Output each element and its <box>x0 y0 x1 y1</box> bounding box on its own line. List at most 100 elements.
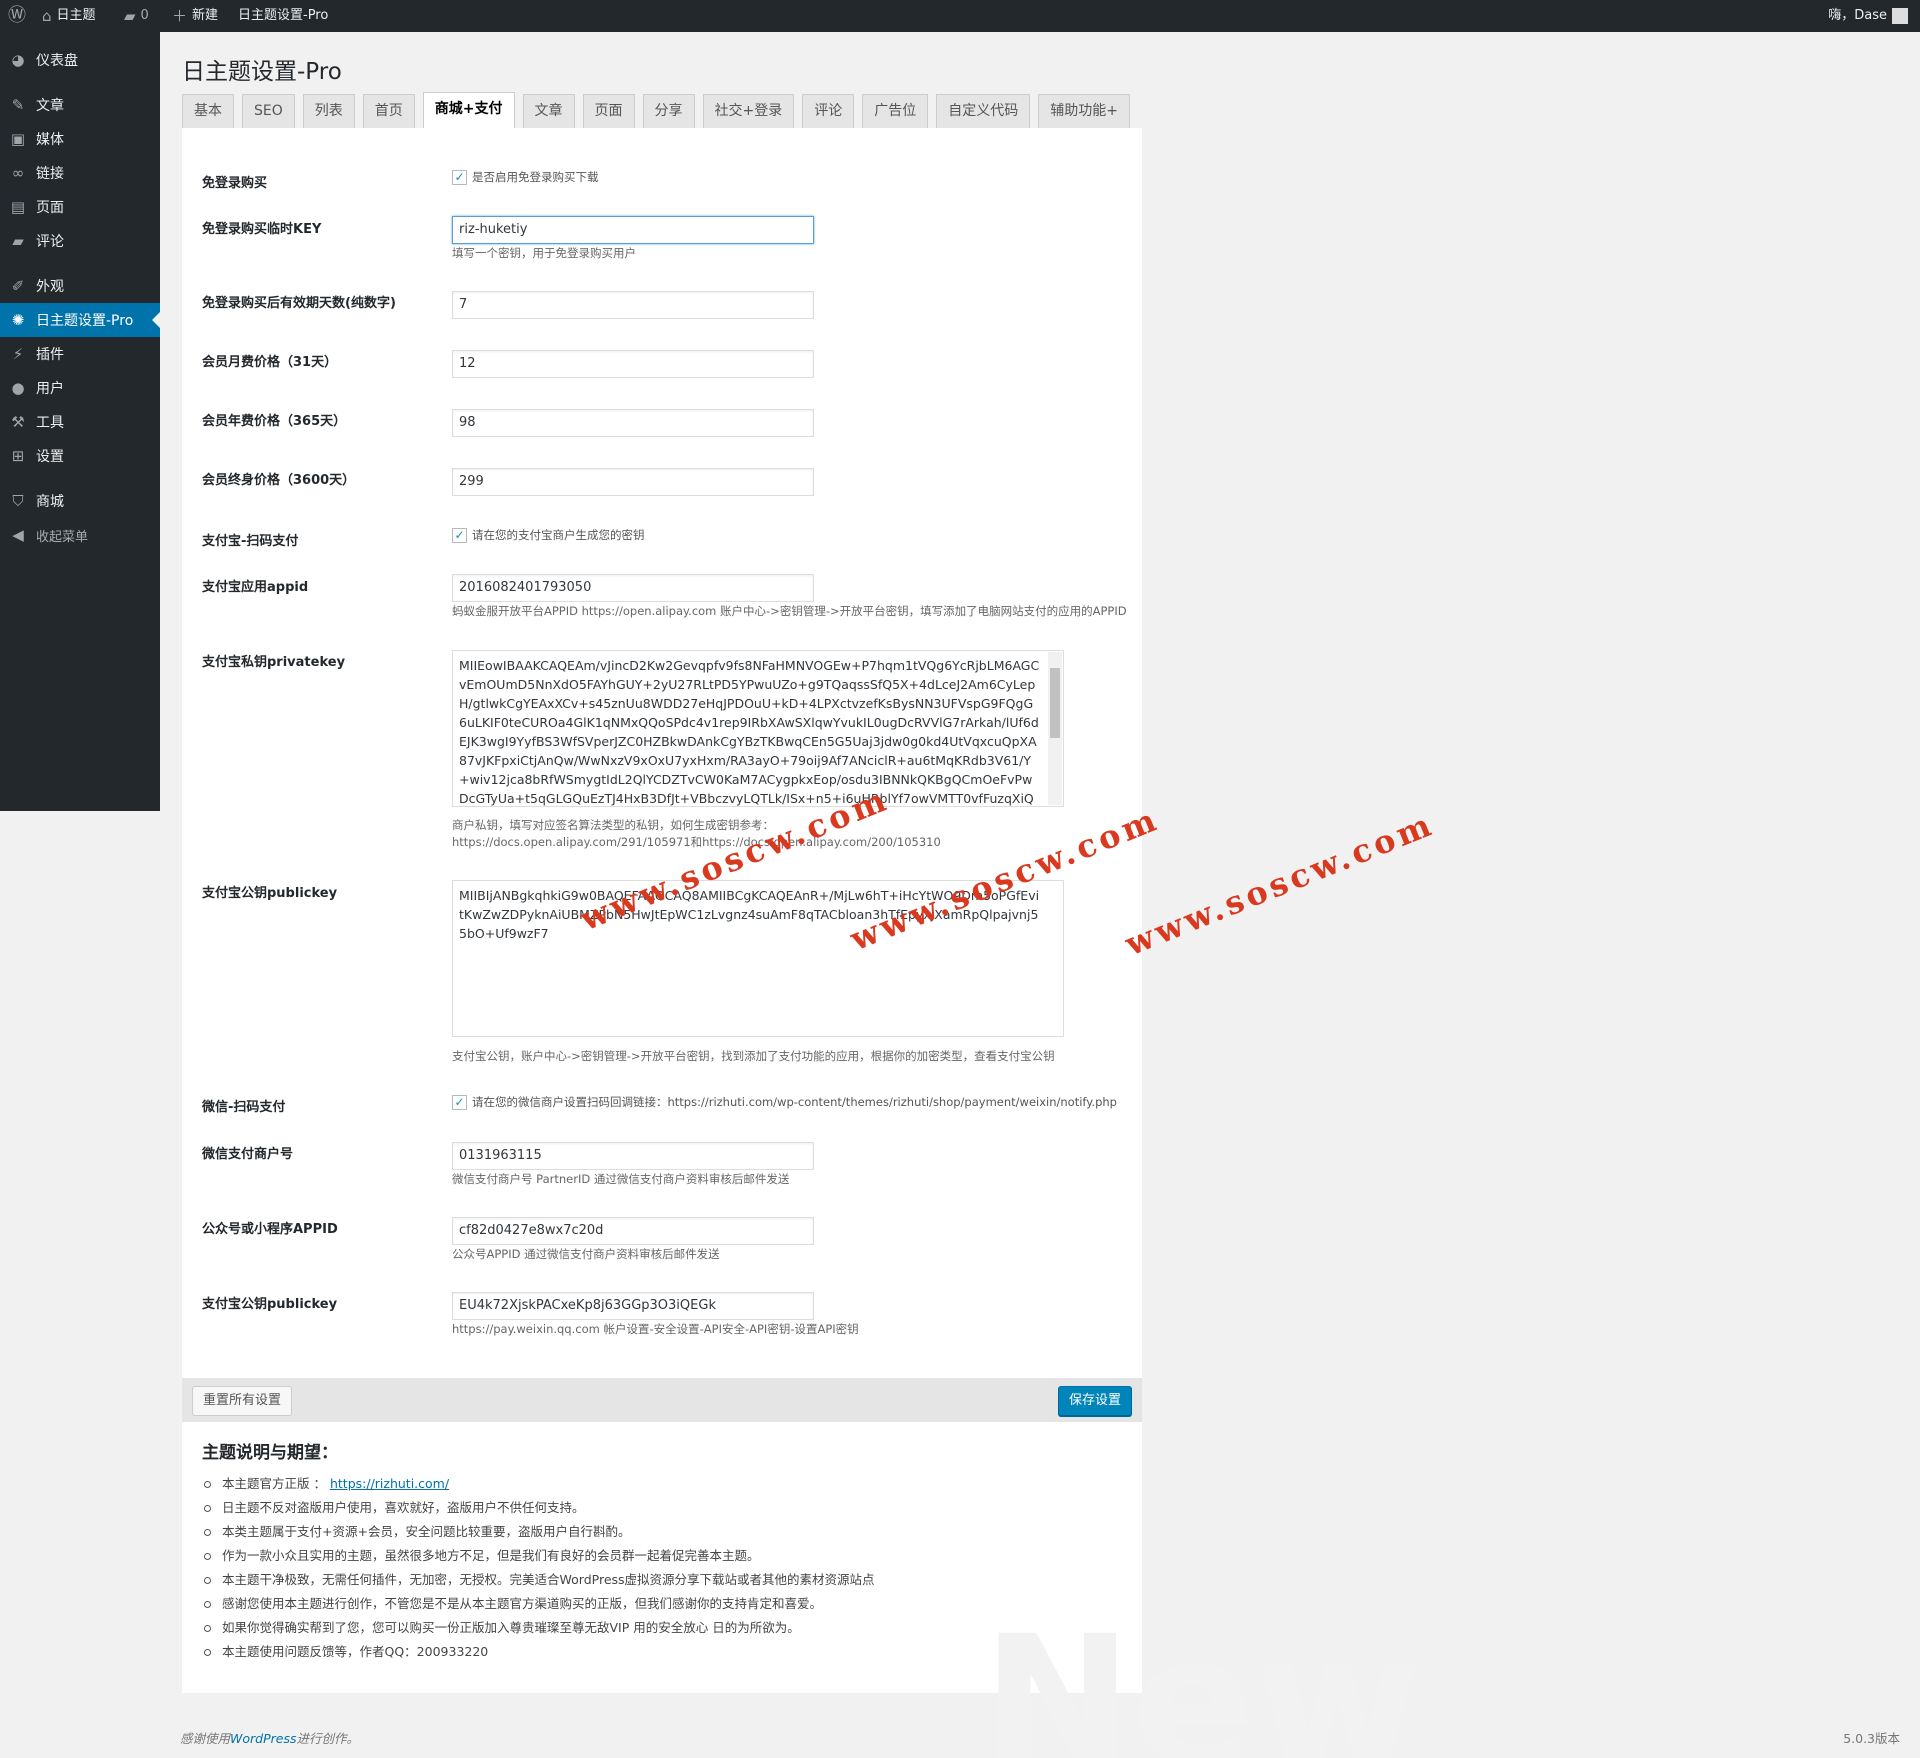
avatar <box>1892 8 1908 24</box>
wrench-icon: ⚒ <box>11 413 25 431</box>
wordpress-logo-icon[interactable]: Ⓦ <box>8 0 26 32</box>
vip-life-input[interactable]: 299 <box>452 468 814 496</box>
tab-seo[interactable]: SEO <box>242 94 295 128</box>
alipay-appid-label: 支付宝应用appid <box>202 580 309 595</box>
checkmark-icon: ✓ <box>452 1094 467 1110</box>
menu-label: 收起菜单 <box>36 529 89 545</box>
vip-month-input[interactable]: 12 <box>452 350 814 378</box>
footer-version: 5.0.3版本 <box>1843 1731 1900 1746</box>
plugin-icon: ⚡ <box>12 345 24 363</box>
alipay-privatekey-label: 支付宝私钥privatekey <box>202 655 346 670</box>
guest-key-input[interactable]: riz-huketiy <box>452 216 814 244</box>
menu-label: 日主题设置-Pro <box>36 313 134 329</box>
tab-custom-code[interactable]: 自定义代码 <box>936 94 1031 128</box>
page-link[interactable]: 日主题设置-Pro <box>238 0 328 32</box>
guest-buy-checkbox[interactable]: ✓ 是否启用免登录购买下载 <box>452 169 599 185</box>
user-icon: ● <box>11 379 25 397</box>
tab-home[interactable]: 首页 <box>362 94 415 128</box>
account-menu[interactable]: 嗨，Dase <box>1828 0 1908 32</box>
vip-month-label: 会员月费价格（31天） <box>202 355 338 370</box>
vip-year-input[interactable]: 98 <box>452 409 814 437</box>
menu-item-links[interactable]: ∞ 链接 <box>0 156 160 190</box>
tab-list[interactable]: 列表 <box>302 94 355 128</box>
save-button[interactable]: 保存设置 <box>1057 1386 1132 1416</box>
tab-post[interactable]: 文章 <box>522 94 575 128</box>
new-label: 新建 <box>192 8 219 23</box>
tab-ads[interactable]: 广告位 <box>862 94 929 128</box>
footer-prefix: 感谢使用 <box>180 1731 231 1746</box>
menu-label: 插件 <box>36 347 64 363</box>
menu-label: 商城 <box>36 494 64 510</box>
tab-share[interactable]: 分享 <box>642 94 695 128</box>
tab-assist[interactable]: 辅助功能+ <box>1038 94 1130 128</box>
menu-item-appearance[interactable]: ✐ 外观 <box>0 269 160 303</box>
wx-mchid-desc: 微信支付商户号 PartnerID 通过微信支付商户资料审核后邮件发送 <box>452 1172 790 1186</box>
guest-buy-label: 免登录购买 <box>202 176 268 191</box>
tab-social-login[interactable]: 社交+登录 <box>702 94 795 128</box>
menu-item-pages[interactable]: ▤ 页面 <box>0 190 160 224</box>
menu-label: 链接 <box>36 166 64 182</box>
wx-key-label: 支付宝公钥publickey <box>202 1297 338 1312</box>
scrollbar-thumb[interactable] <box>1050 668 1060 738</box>
comment-icon: ▰ <box>124 7 136 25</box>
menu-item-shop[interactable]: ⛉ 商城 <box>0 484 160 518</box>
vip-year-label: 会员年费价格（365天） <box>202 414 347 429</box>
alipay-publickey-label: 支付宝公钥publickey <box>202 886 338 901</box>
menu-item-comments[interactable]: ▰ 评论 <box>0 224 160 258</box>
menu-item-rizhuti-settings[interactable]: ✺ 日主题设置-Pro <box>0 303 160 337</box>
gear-icon: ✺ <box>11 311 25 329</box>
plus-icon: ＋ <box>172 7 188 25</box>
guest-days-label: 免登录购买后有效期天数(纯数字) <box>202 296 396 311</box>
menu-item-plugins[interactable]: ⚡ 插件 <box>0 337 160 371</box>
wx-mchid-input[interactable]: 0131963115 <box>452 1142 814 1170</box>
menu-item-tools[interactable]: ⚒ 工具 <box>0 405 160 439</box>
guest-key-desc: 填写一个密钥，用于免登录购买用户 <box>452 246 636 260</box>
menu-item-media[interactable]: ▣ 媒体 <box>0 122 160 156</box>
dashboard-icon: ◕ <box>11 51 25 69</box>
vip-life-label: 会员终身价格（3600天） <box>202 473 356 488</box>
comment-icon: ▰ <box>12 232 24 250</box>
textarea-text: MIIEowIBAAKCAQEAm/vJincD2Kw2Gevqpfv9fs8N… <box>459 658 1040 806</box>
tab-shop-payment[interactable]: 商城+支付 <box>422 92 515 128</box>
checkbox-label: 是否启用免登录购买下载 <box>472 170 599 184</box>
list-item: 日主题不反对盗版用户使用，喜欢就好，盗版用户不供任何支持。 <box>204 1496 875 1520</box>
alipay-scan-checkbox[interactable]: ✓ 请在您的支付宝商户生成您的密钥 <box>452 527 645 543</box>
alipay-privatekey-textarea[interactable]: MIIEowIBAAKCAQEAm/vJincD2Kw2Gevqpfv9fs8N… <box>452 650 1064 807</box>
wx-appid-input[interactable]: cf82d0427e8wx7c20d <box>452 1217 814 1245</box>
list-item: 本类主题属于支付+资源+会员，安全问题比较重要，盗版用户自行斟酌。 <box>204 1520 875 1544</box>
guest-days-input[interactable]: 7 <box>452 291 814 319</box>
site-name-link[interactable]: ⌂ 日主题 <box>42 0 96 32</box>
page-title: 日主题设置-Pro <box>182 59 342 85</box>
watermark: www.soscw.com <box>1119 804 1440 964</box>
tab-basic[interactable]: 基本 <box>182 94 234 128</box>
new-content-link[interactable]: ＋ 新建 <box>172 0 218 32</box>
menu-item-users[interactable]: ● 用户 <box>0 371 160 405</box>
menu-item-posts[interactable]: ✎ 文章 <box>0 88 160 122</box>
tab-page[interactable]: 页面 <box>582 94 635 128</box>
alipay-privatekey-desc: 商户私钥，填写对应签名算法类型的私钥，如何生成密钥参考：https://docs… <box>452 818 941 849</box>
menu-item-dashboard[interactable]: ◕ 仪表盘 <box>0 43 160 77</box>
comments-link[interactable]: ▰ 0 <box>124 0 149 32</box>
link-icon: ∞ <box>11 164 25 182</box>
wx-scan-checkbox[interactable]: ✓ 请在您的微信商户设置扫码回调链接：https://rizhuti.com/wp… <box>452 1094 1117 1110</box>
alipay-appid-input[interactable]: 2016082401793050 <box>452 574 814 602</box>
wordpress-link[interactable]: WordPress <box>230 1731 296 1746</box>
menu-item-settings[interactable]: ⊞ 设置 <box>0 439 160 473</box>
page-link-label: 日主题设置-Pro <box>238 8 329 23</box>
official-site-link[interactable]: https://rizhuti.com/ <box>330 1476 449 1491</box>
reset-button[interactable]: 重置所有设置 <box>192 1386 293 1416</box>
notes-title: 主题说明与期望： <box>202 1443 338 1463</box>
collapse-menu-button[interactable]: ◀ 收起菜单 <box>0 518 160 552</box>
list-item: 本主题使用问题反馈等，作者QQ：200933220 <box>204 1640 875 1664</box>
checkbox-label: 请在您的微信商户设置扫码回调链接：https://rizhuti.com/wp-… <box>472 1095 1117 1109</box>
menu-label: 设置 <box>36 449 64 465</box>
textarea-scrollbar[interactable] <box>1048 652 1062 805</box>
media-icon: ▣ <box>10 130 26 148</box>
tab-comments[interactable]: 评论 <box>802 94 855 128</box>
list-item: 本主题干净极致，无需任何插件，无加密，无授权。完美适合WordPress虚拟资源… <box>204 1568 875 1592</box>
brush-icon: ✐ <box>11 277 25 295</box>
page-icon: ▤ <box>10 198 26 216</box>
alipay-publickey-textarea[interactable]: MIIBIjANBgkqhkiG9w0BAQEFAAOCAQ8AMIIBCgKC… <box>452 880 1064 1037</box>
wx-key-input[interactable]: EU4k72XjskPACxeKp8j63GGp3O3iQEGk <box>452 1292 814 1320</box>
footer-suffix: 进行创作。 <box>296 1731 360 1746</box>
